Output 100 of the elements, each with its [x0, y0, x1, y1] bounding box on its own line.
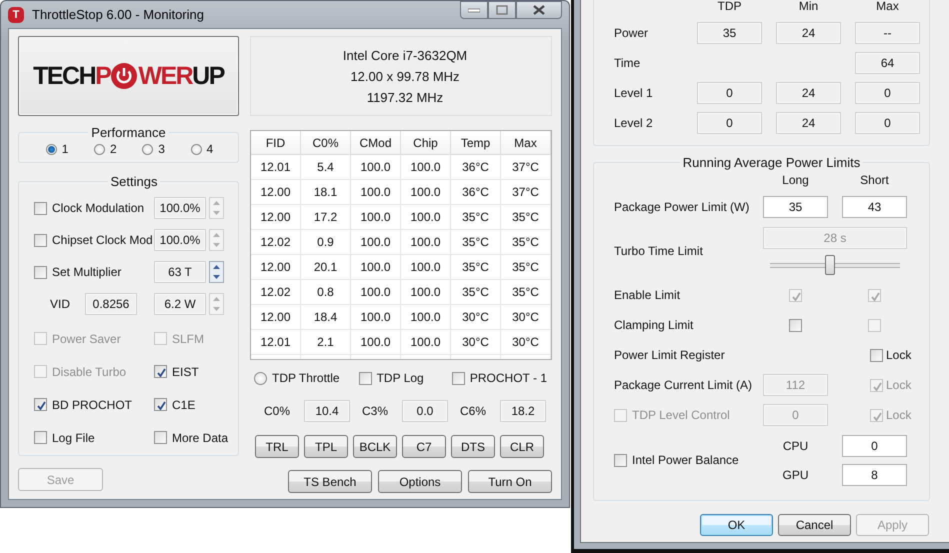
value-field: 24: [776, 112, 841, 134]
table-cell: 37°C: [501, 180, 551, 205]
radio-button[interactable]: [142, 144, 154, 154]
value-field: 0: [855, 82, 920, 104]
radio-button[interactable]: [94, 144, 106, 154]
row-label: Package Current Limit (A): [614, 378, 752, 392]
checkbox[interactable]: [614, 454, 627, 466]
table-cell: 18.1: [301, 180, 351, 205]
value-field[interactable]: 100.0%: [154, 229, 206, 251]
checkbox[interactable]: [34, 234, 47, 246]
value-field: 24: [776, 22, 841, 44]
checkbox-label: TDP Log: [376, 371, 424, 385]
tool-button[interactable]: BCLK: [353, 435, 397, 458]
table-cell: 35°C: [451, 280, 501, 305]
tool-button[interactable]: TPL: [304, 435, 348, 458]
table-cell: 12.00: [251, 305, 301, 330]
checkbox[interactable]: [452, 372, 465, 384]
field-label: CPU: [782, 438, 810, 452]
row-label: Power Limit Register: [614, 348, 725, 362]
dialog-button[interactable]: OK: [700, 514, 773, 536]
value-field: 10.4: [304, 400, 350, 422]
checkbox[interactable]: [154, 365, 167, 378]
radio-button[interactable]: [254, 372, 267, 384]
action-button[interactable]: TS Bench: [288, 470, 372, 493]
value-field: 35: [697, 22, 762, 44]
input-field[interactable]: 8: [842, 464, 907, 486]
row-label: Level 2: [614, 116, 654, 130]
dialog-button[interactable]: Cancel: [778, 514, 851, 536]
input-field[interactable]: 0: [842, 434, 907, 456]
tool-button[interactable]: DTS: [451, 435, 495, 458]
checkbox[interactable]: [358, 372, 372, 384]
column-header: Max: [875, 0, 900, 12]
input-field[interactable]: 43: [842, 196, 907, 218]
tool-button[interactable]: TRL: [255, 435, 299, 458]
checkbox-label: BD PROCHOT: [52, 398, 132, 412]
checkbox-label: Intel Power Balance: [632, 453, 739, 467]
action-button[interactable]: Options: [378, 470, 462, 493]
table-cell: 18.4: [301, 305, 351, 330]
radio-label: TDP Throttle: [272, 371, 340, 385]
cpu-info-text: 12.00 x 99.78 MHz: [350, 68, 460, 84]
value-field: 28 s: [763, 227, 907, 249]
logo-button[interactable]: TECHP WERUP: [18, 36, 239, 116]
column-header: TDP: [716, 0, 742, 12]
table-cell: 100.0: [401, 330, 451, 355]
input-field[interactable]: 35: [763, 196, 828, 218]
checkbox-label: TDP Level Control: [632, 408, 730, 422]
group-title: Running Average Power Limits: [682, 155, 862, 170]
column-header: Max: [501, 131, 551, 155]
row-label: Time: [614, 56, 642, 70]
value-field: 18.2: [500, 400, 546, 422]
checkbox[interactable]: [34, 431, 47, 444]
table-cell: 30°C: [501, 330, 551, 355]
table-cell: 35°C: [451, 205, 501, 230]
checkbox[interactable]: [154, 431, 167, 444]
spinner[interactable]: [209, 261, 224, 283]
column-header: FID: [251, 131, 301, 155]
close-button[interactable]: [516, 1, 562, 19]
table-cell: 12.02: [251, 230, 301, 255]
table-cell: 35°C: [451, 255, 501, 280]
table-cell: 100.0: [401, 155, 451, 180]
checkbox-label: Lock: [886, 408, 912, 422]
tool-button[interactable]: CLR: [500, 435, 544, 458]
table-cell: 36°C: [451, 180, 501, 205]
table-cell: 36°C: [451, 155, 501, 180]
column-header: CMod: [351, 131, 401, 155]
table-cell: 17.2: [301, 205, 351, 230]
value-field[interactable]: 100.0%: [154, 197, 206, 219]
row-label: Level 1: [614, 86, 654, 100]
slider-thumb[interactable]: [825, 255, 836, 275]
field-label: C0%: [264, 404, 292, 418]
value-field[interactable]: 6.2 W: [154, 293, 206, 315]
checkbox[interactable]: [789, 318, 802, 332]
checkbox[interactable]: [870, 348, 883, 362]
tool-button[interactable]: C7: [402, 435, 446, 458]
table-cell: 100.0: [351, 205, 401, 230]
table-cell: 12.00: [251, 180, 301, 205]
table-cell: 37°C: [501, 155, 551, 180]
action-button[interactable]: Turn On: [468, 470, 552, 493]
table-cell: 35°C: [501, 280, 551, 305]
table-cell: 30°C: [451, 305, 501, 330]
table-cell: 100.0: [351, 230, 401, 255]
checkbox-label: More Data: [172, 430, 228, 444]
checkbox[interactable]: [34, 398, 47, 411]
radio-button[interactable]: [46, 144, 57, 154]
checkbox[interactable]: [34, 266, 47, 278]
value-field: 0: [855, 112, 920, 134]
field-label: C3%: [362, 404, 390, 418]
table-cell: 0.9: [301, 230, 351, 255]
maximize-button[interactable]: [488, 1, 516, 19]
row-label: Package Power Limit (W): [614, 200, 750, 214]
radio-button[interactable]: [190, 144, 202, 154]
field-label: GPU: [781, 468, 810, 482]
table-cell: 35°C: [501, 255, 551, 280]
table-cell: 30°C: [451, 330, 501, 355]
value-field: 0.0: [402, 400, 448, 422]
checkbox[interactable]: [154, 398, 167, 411]
checkbox[interactable]: [34, 202, 47, 214]
value-field[interactable]: 63 T: [154, 261, 206, 283]
minimize-button[interactable]: [460, 1, 488, 19]
table-cell: 100.0: [401, 230, 451, 255]
